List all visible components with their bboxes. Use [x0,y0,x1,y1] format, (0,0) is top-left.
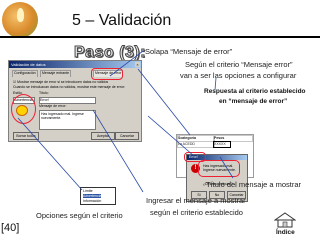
pointer-message [92,109,144,193]
note-titulo-mensaje: Título del mensaje a mostrar [206,180,302,189]
note-opciones: Opciones según el criterio [36,211,123,220]
pointer-title-field [137,68,191,136]
pointer-opciones [17,117,83,191]
pointer-titulo [219,156,234,179]
note-ingresar-1: Ingresar el mensaje a mostrar [146,196,246,205]
slide-number: [40] [1,222,20,234]
note-ingresar-2: según el criterio establecido [150,208,243,217]
home-link[interactable]: Índice [276,229,295,236]
pointer-message-field [147,115,195,157]
home-icon[interactable] [274,212,296,228]
pointer-solapa [109,50,144,77]
pointer-criterio [214,77,217,91]
